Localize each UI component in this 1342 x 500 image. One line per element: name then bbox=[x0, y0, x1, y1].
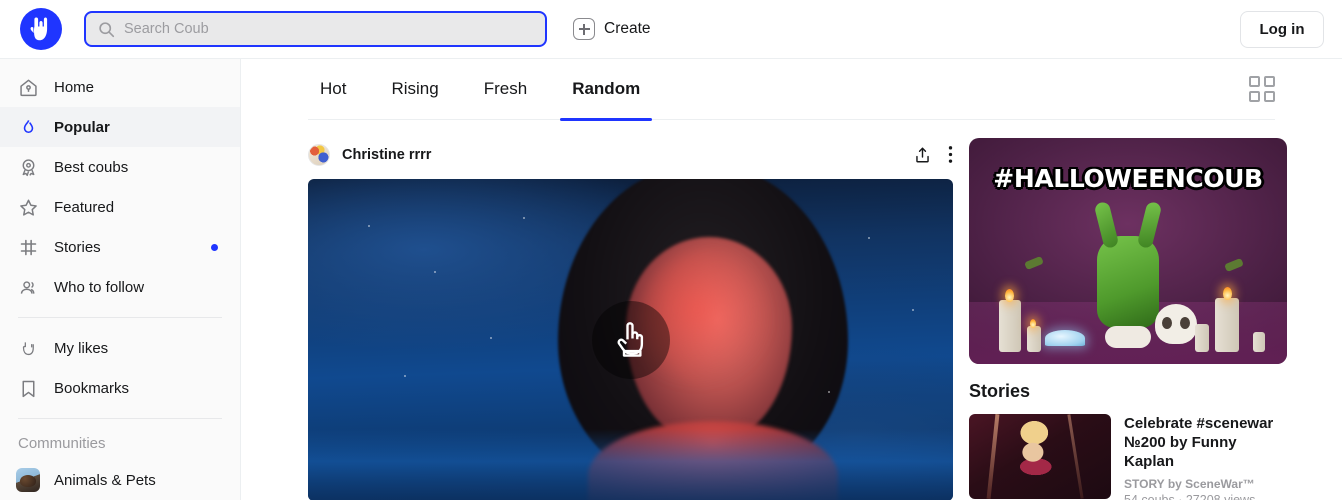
sidebar-item-my-likes[interactable]: My likes bbox=[0, 328, 240, 368]
candle-flame-icon bbox=[1030, 319, 1036, 328]
video-player[interactable] bbox=[308, 179, 953, 500]
search-bar[interactable] bbox=[84, 11, 547, 47]
sidebar-item-label: Stories bbox=[54, 238, 101, 256]
story-kind: STORY bbox=[1124, 477, 1165, 492]
login-button[interactable]: Log in bbox=[1240, 11, 1324, 48]
tab-hot[interactable]: Hot bbox=[308, 59, 358, 120]
story-stats: 54 coubs · 27208 views bbox=[1124, 493, 1287, 500]
candle-flame-icon bbox=[1223, 287, 1232, 300]
stories-unread-dot bbox=[211, 244, 218, 251]
bird-avatar bbox=[16, 468, 40, 492]
story-thumbnail[interactable] bbox=[969, 414, 1111, 499]
coub-logo[interactable] bbox=[20, 8, 62, 50]
sidebar-item-bookmarks[interactable]: Bookmarks bbox=[0, 368, 240, 408]
award-icon bbox=[16, 155, 40, 179]
right-sidebar: #HALLOWEENCOUB Stories Celebrate #scenew… bbox=[969, 138, 1287, 500]
promo-title: #HALLOWEENCOUB bbox=[993, 164, 1263, 193]
pointing-hand-icon bbox=[617, 322, 643, 357]
candle-icon bbox=[999, 300, 1021, 352]
create-button-label: Create bbox=[604, 20, 651, 37]
story-headline: Celebrate #scenewar №200 by Funny Kaplan bbox=[1124, 415, 1274, 471]
story-by-label: by bbox=[1167, 477, 1182, 492]
story-byline: STORY by SceneWar™ bbox=[1124, 477, 1287, 491]
post-header: Christine rrrr bbox=[308, 138, 953, 171]
stories-section-title: Stories bbox=[969, 381, 1031, 401]
bone-icon bbox=[1105, 326, 1151, 348]
skull-icon bbox=[1155, 304, 1197, 344]
main-content: Hot Rising Fresh Random Christine rrrr #… bbox=[241, 59, 1342, 500]
grid-view-icon[interactable] bbox=[1249, 76, 1275, 102]
sidebar-divider-2 bbox=[18, 418, 222, 419]
people-icon bbox=[16, 275, 40, 299]
sidebar-item-label: Best coubs bbox=[54, 158, 129, 176]
share-icon[interactable] bbox=[913, 145, 932, 165]
communities-section-title: Communities bbox=[18, 435, 106, 452]
community-label: Animals & Pets bbox=[54, 471, 156, 489]
plus-icon bbox=[573, 18, 595, 40]
bookmark-icon bbox=[16, 376, 40, 400]
avatar[interactable] bbox=[308, 143, 330, 166]
glowing-mushroom-icon bbox=[1045, 330, 1085, 346]
feed-tabs: Hot Rising Fresh Random bbox=[308, 59, 1275, 121]
search-icon bbox=[99, 21, 115, 37]
candle-icon bbox=[1027, 326, 1041, 352]
left-sidebar: Home Popular Best coubs Featured Stories… bbox=[0, 59, 241, 500]
sidebar-divider-1 bbox=[18, 317, 222, 318]
sidebar-item-best-coubs[interactable]: Best coubs bbox=[0, 147, 240, 187]
sidebar-item-label: Who to follow bbox=[54, 278, 145, 296]
tab-random[interactable]: Random bbox=[560, 59, 653, 121]
sidebar-community-animals-pets[interactable]: Animals & Pets bbox=[0, 460, 240, 500]
sidebar-item-label: Featured bbox=[54, 198, 115, 216]
sidebar-item-label: Popular bbox=[54, 118, 110, 136]
story-author[interactable]: SceneWar™ bbox=[1185, 477, 1255, 491]
candle-flame-icon bbox=[1005, 289, 1014, 302]
sidebar-item-who-to-follow[interactable]: Who to follow bbox=[0, 267, 240, 307]
halloween-promo-banner[interactable]: #HALLOWEENCOUB bbox=[969, 138, 1287, 364]
flame-icon bbox=[16, 115, 40, 139]
feed-column: Christine rrrr bbox=[308, 138, 953, 500]
play-button[interactable] bbox=[591, 301, 670, 379]
post-actions bbox=[913, 145, 953, 165]
tab-rising[interactable]: Rising bbox=[379, 59, 450, 120]
rock-hand-icon bbox=[16, 336, 40, 360]
candle-icon bbox=[1195, 324, 1209, 352]
home-icon bbox=[16, 75, 40, 99]
search-input[interactable] bbox=[124, 13, 533, 45]
post-author-name[interactable]: Christine rrrr bbox=[342, 147, 431, 163]
stories-icon bbox=[16, 235, 40, 259]
sidebar-item-home[interactable]: Home bbox=[0, 67, 240, 107]
create-button[interactable]: Create bbox=[573, 18, 651, 40]
sidebar-item-label: Bookmarks bbox=[54, 379, 130, 397]
story-list-item[interactable]: Celebrate #scenewar №200 by Funny Kaplan… bbox=[969, 414, 1287, 500]
video-frame-water bbox=[308, 429, 953, 500]
sidebar-item-stories[interactable]: Stories bbox=[0, 227, 240, 267]
top-bar: Create Log in bbox=[0, 0, 1342, 59]
candle-icon bbox=[1253, 332, 1265, 352]
star-icon bbox=[16, 195, 40, 219]
green-rock-hand-icon bbox=[1097, 236, 1159, 328]
coub-rock-hand-logo-icon bbox=[30, 17, 48, 41]
tab-fresh[interactable]: Fresh bbox=[472, 59, 539, 120]
sidebar-item-label: My likes bbox=[54, 339, 109, 357]
sidebar-item-featured[interactable]: Featured bbox=[0, 187, 240, 227]
more-vertical-icon[interactable] bbox=[948, 145, 953, 164]
candle-icon bbox=[1215, 298, 1239, 352]
sidebar-item-label: Home bbox=[54, 78, 95, 96]
sidebar-item-popular[interactable]: Popular bbox=[0, 107, 240, 147]
